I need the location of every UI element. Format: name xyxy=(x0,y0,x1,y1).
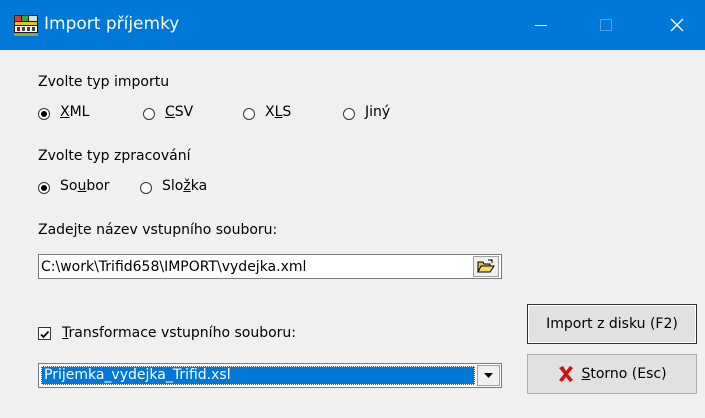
red-x-icon xyxy=(559,366,574,382)
transform-label[interactable]: Transformace vstupního souboru: xyxy=(62,325,296,341)
transform-select-arrow[interactable] xyxy=(477,365,500,386)
transform-select-value: Prijemka_vydejka_Trifid.xsl xyxy=(41,366,475,385)
browse-button[interactable] xyxy=(473,256,499,277)
radio-xls[interactable]: XLS xyxy=(243,104,291,120)
processing-type-label: Zvolte typ zpracování xyxy=(38,148,191,164)
radio-csv-label: CSV xyxy=(165,104,194,120)
radio-soubor-circle[interactable] xyxy=(38,182,50,194)
input-file-box xyxy=(38,254,502,279)
checkmark-icon xyxy=(40,330,50,339)
input-file-field[interactable] xyxy=(41,257,466,276)
radio-slozka[interactable]: Složka xyxy=(140,178,207,194)
window-title: Import příjemky xyxy=(44,14,180,34)
cancel-button[interactable]: Storno (Esc) xyxy=(527,354,697,394)
cancel-button-label: Storno (Esc) xyxy=(581,366,667,382)
import-dialog: Import příjemky Zvolte typ importu XML C… xyxy=(0,0,705,418)
radio-slozka-label: Složka xyxy=(162,178,208,194)
radio-csv[interactable]: CSV xyxy=(143,104,193,120)
radio-soubor-label: Soubor xyxy=(60,178,110,194)
radio-xls-label: XLS xyxy=(265,104,292,120)
minimize-button[interactable] xyxy=(518,0,564,50)
import-type-label: Zvolte typ importu xyxy=(38,74,170,90)
radio-xml-circle[interactable] xyxy=(38,108,50,120)
radio-xml-label: XML xyxy=(60,104,90,120)
maximize-icon xyxy=(600,19,612,31)
close-button[interactable] xyxy=(654,0,700,50)
input-file-label: Zadejte název vstupního souboru: xyxy=(38,222,278,238)
transform-checkbox[interactable] xyxy=(38,327,51,340)
minimize-icon xyxy=(535,25,547,26)
close-icon xyxy=(670,18,684,32)
radio-jiny[interactable]: Jiný xyxy=(343,104,390,120)
radio-xls-circle[interactable] xyxy=(243,108,255,120)
import-button[interactable]: Import z disku (F2) xyxy=(527,304,697,344)
open-folder-icon xyxy=(477,259,495,273)
transform-select[interactable]: Prijemka_vydejka_Trifid.xsl xyxy=(38,363,502,388)
radio-csv-circle[interactable] xyxy=(143,108,155,120)
title-bar[interactable]: Import příjemky xyxy=(0,0,705,50)
radio-jiny-label: Jiný xyxy=(365,104,391,120)
radio-slozka-circle[interactable] xyxy=(140,182,152,194)
chevron-down-icon xyxy=(484,373,493,378)
maximize-button[interactable] xyxy=(583,0,629,50)
radio-xml[interactable]: XML xyxy=(38,104,89,120)
radio-soubor[interactable]: Soubor xyxy=(38,178,110,194)
radio-jiny-circle[interactable] xyxy=(343,108,355,120)
app-icon xyxy=(14,15,38,36)
